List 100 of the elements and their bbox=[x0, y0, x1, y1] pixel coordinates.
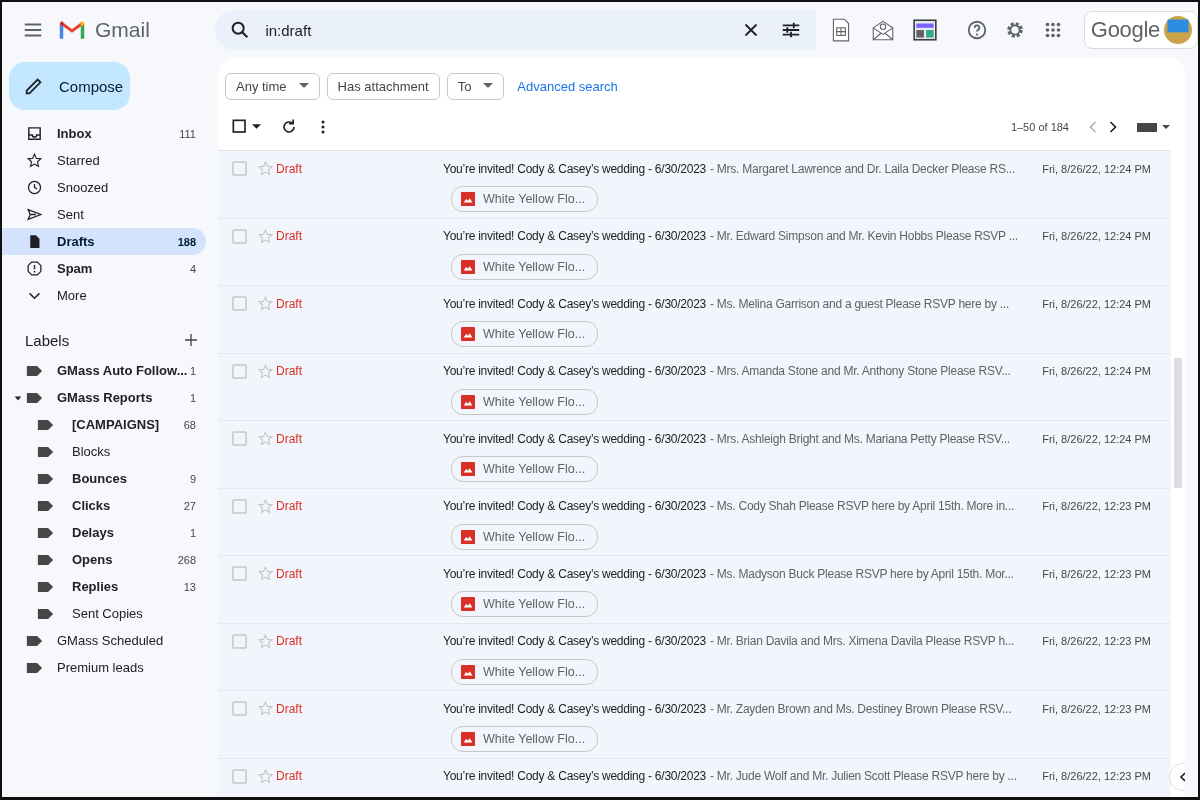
email-row[interactable]: Draft You’re invited! Cody & Casey’s wedding - 6/30/2023 - Mr. Zayden Brown and Ms. Destiney Brown Please RSV... Fri, 8/26/22, 12:23 PM White Yellow Flo... bbox=[218, 691, 1171, 759]
attachment-chip[interactable]: White Yellow Flo... bbox=[451, 253, 599, 280]
email-row[interactable]: Draft You’re invited! Cody & Casey’s wedding - 6/30/2023 - Mrs. Ashleigh Bright and Ms. Mariana Petty Please RSV... Fri, 8/26/22, 12:24 PM White Yellow Flo... bbox=[218, 421, 1171, 489]
scrollbar-thumb[interactable] bbox=[1174, 358, 1182, 488]
advanced-search-link[interactable]: Advanced search bbox=[517, 78, 618, 94]
attachment-chip[interactable]: White Yellow Flo... bbox=[451, 591, 599, 617]
layout-icon[interactable] bbox=[911, 17, 938, 43]
label-tag-icon bbox=[37, 526, 54, 539]
nav-item[interactable]: Snoozed bbox=[2, 174, 206, 201]
email-snippet: - Mr. Edward Simpson and Mr. Kevin Hobbs Please RSVP ... bbox=[710, 229, 1019, 243]
add-icon[interactable] bbox=[182, 331, 200, 349]
star-icon[interactable] bbox=[257, 632, 274, 650]
label-tag-icon bbox=[37, 553, 54, 566]
email-row[interactable]: Draft You’re invited! Cody & Casey’s wedding - 6/30/2023 - Ms. Cody Shah Please RSVP here by April 15th. More in... Fri, 8/26/22, 12:23 PM White Yellow Flo... bbox=[218, 488, 1171, 556]
attachment-chip[interactable]: White Yellow Flo... bbox=[451, 658, 599, 685]
label-item[interactable]: Bounces 9 bbox=[2, 465, 206, 492]
label-item[interactable]: Blocks bbox=[2, 438, 206, 465]
row-checkbox[interactable] bbox=[232, 768, 247, 784]
image-icon bbox=[461, 597, 475, 611]
label-tag-icon bbox=[26, 661, 43, 674]
email-row[interactable]: Draft You’re invited! Cody & Casey’s wedding - 6/30/2023 - Mr. Edward Simpson and Mr. Kevin Hobbs Please RSVP ... Fri, 8/26/22, 12:24 PM White Yellow Flo... bbox=[218, 218, 1171, 286]
help-icon[interactable] bbox=[965, 19, 988, 41]
nav-item[interactable]: More bbox=[2, 282, 206, 309]
attachment-chip[interactable]: White Yellow Flo... bbox=[451, 321, 599, 347]
app-name: Gmail bbox=[95, 18, 150, 42]
star-icon[interactable] bbox=[257, 227, 274, 245]
attachment-chip[interactable]: White Yellow Flo... bbox=[451, 523, 599, 550]
account-button[interactable]: Google bbox=[1083, 11, 1198, 49]
sender-name: Draft bbox=[275, 364, 303, 378]
row-checkbox[interactable] bbox=[232, 296, 247, 311]
email-row[interactable]: Draft You’re invited! Cody & Casey’s wedding - 6/30/2023 - Mr. Brian Davila and Mrs. Ximena Davila Please RSVP h... Fri, 8/26/22, 12:23 PM White Yellow Flo... bbox=[218, 623, 1171, 691]
search-field[interactable]: in:draft bbox=[215, 10, 816, 50]
star-icon[interactable] bbox=[257, 295, 274, 312]
nav-item[interactable]: Starred bbox=[2, 147, 206, 174]
email-subject: You’re invited! Cody & Casey’s wedding - 6/30/2023 bbox=[443, 769, 706, 783]
attachment-chip[interactable]: White Yellow Flo... bbox=[451, 726, 599, 752]
caret-icon[interactable] bbox=[252, 124, 261, 130]
label-tag-icon bbox=[26, 391, 43, 404]
star-icon[interactable] bbox=[257, 700, 274, 717]
filter-chip[interactable]: To bbox=[446, 72, 505, 100]
row-checkbox[interactable] bbox=[232, 633, 247, 649]
row-checkbox[interactable] bbox=[232, 431, 247, 446]
email-subject: You’re invited! Cody & Casey’s wedding - 6/30/2023 bbox=[443, 161, 706, 176]
label-item[interactable]: Delays 1 bbox=[2, 519, 206, 546]
label-item[interactable]: Premium leads bbox=[2, 654, 206, 681]
nav-item[interactable]: Sent bbox=[2, 201, 206, 228]
pencil-icon bbox=[23, 75, 45, 97]
attachment-chip[interactable]: White Yellow Flo... bbox=[451, 456, 599, 482]
image-icon bbox=[461, 664, 475, 679]
email-subject: You’re invited! Cody & Casey’s wedding - 6/30/2023 bbox=[443, 431, 706, 446]
label-item[interactable]: Clicks 27 bbox=[2, 492, 206, 519]
star-icon[interactable] bbox=[257, 430, 274, 447]
label-tag-icon bbox=[37, 607, 54, 620]
sender-name: Draft bbox=[275, 634, 303, 648]
dropdown-icon bbox=[298, 83, 309, 89]
email-date: Fri, 8/26/22, 12:24 PM bbox=[1042, 297, 1151, 310]
row-checkbox[interactable] bbox=[232, 228, 247, 244]
email-subject: You’re invited! Cody & Casey’s wedding - 6/30/2023 bbox=[443, 566, 706, 581]
row-checkbox[interactable] bbox=[232, 161, 247, 176]
attachment-chip[interactable]: White Yellow Flo... bbox=[451, 388, 599, 415]
mail-logo-icon[interactable] bbox=[58, 19, 86, 41]
row-checkbox[interactable] bbox=[232, 701, 247, 716]
label-item[interactable]: GMass Scheduled bbox=[2, 627, 206, 654]
email-snippet: - Mr. Zayden Brown and Ms. Destiney Brown Please RSV... bbox=[710, 701, 1013, 716]
email-snippet: - Ms. Madyson Buck Please RSVP here by April 15th. Mor... bbox=[710, 566, 1015, 581]
star-icon[interactable] bbox=[257, 767, 274, 785]
label-item[interactable]: [CAMPAIGNS] 68 bbox=[2, 411, 206, 438]
label-item[interactable]: Replies 13 bbox=[2, 573, 206, 600]
label-item[interactable]: GMass Auto Follow... 1 bbox=[2, 357, 206, 384]
email-subject: You’re invited! Cody & Casey’s wedding - 6/30/2023 bbox=[443, 634, 706, 648]
email-row[interactable]: Draft You’re invited! Cody & Casey’s wedding - 6/30/2023 - Ms. Madyson Buck Please RSVP here by April 15th. Mor... Fri, 8/26/22, 12:23 PM White Yellow Flo... bbox=[218, 556, 1171, 624]
email-date: Fri, 8/26/22, 12:24 PM bbox=[1042, 365, 1151, 377]
email-row[interactable]: Draft You’re invited! Cody & Casey’s wedding - 6/30/2023 - Ms. Melina Garrison and a guest Please RSVP here by ... Fri, 8/26/22, 12:24 PM White Yellow Flo... bbox=[218, 286, 1171, 354]
filter-chip[interactable]: Has attachment bbox=[326, 72, 440, 100]
attachment-chip[interactable]: White Yellow Flo... bbox=[451, 186, 599, 212]
filter-chip[interactable]: Any time bbox=[225, 72, 320, 100]
nav-item[interactable]: Inbox 111 bbox=[2, 120, 206, 147]
label-item[interactable]: Opens 268 bbox=[2, 546, 206, 573]
star-icon[interactable] bbox=[257, 362, 274, 380]
email-row[interactable]: Draft You’re invited! Cody & Casey’s wedding - 6/30/2023 - Mr. Jude Wolf and Mr. Julien Scott Please RSVP here by ... Fri, 8/26/22, 12:23 PM bbox=[218, 758, 1171, 797]
image-icon bbox=[461, 192, 475, 206]
sender-name: Draft bbox=[275, 229, 303, 243]
star-icon[interactable] bbox=[257, 160, 274, 177]
email-row[interactable]: Draft You’re invited! Cody & Casey’s wedding - 6/30/2023 - Mrs. Amanda Stone and Mr. Anthony Stone Please RSV... Fri, 8/26/22, 12:24 PM White Yellow Flo... bbox=[218, 353, 1171, 421]
label-item[interactable]: GMass Reports 1 bbox=[2, 384, 206, 411]
image-icon bbox=[461, 732, 475, 746]
email-row[interactable]: Draft You’re invited! Cody & Casey’s wedding - 6/30/2023 - Mrs. Margaret Lawrence and Dr. Laila Decker Please RS... Fri, 8/26/22, 12:24 PM White Yellow Flo... bbox=[218, 151, 1171, 219]
star-icon[interactable] bbox=[257, 565, 274, 582]
sender-name: Draft bbox=[275, 566, 303, 581]
compose-button[interactable]: Compose bbox=[9, 62, 130, 110]
row-checkbox[interactable] bbox=[232, 566, 247, 581]
label-item[interactable]: Sent Copies bbox=[2, 600, 206, 627]
keyboard-icon[interactable] bbox=[1137, 121, 1171, 133]
row-checkbox[interactable] bbox=[232, 363, 247, 379]
image-icon bbox=[461, 462, 475, 476]
caret-icon[interactable] bbox=[14, 394, 22, 402]
row-checkbox[interactable] bbox=[232, 498, 247, 514]
nav-item[interactable]: Spam 4 bbox=[2, 255, 206, 282]
star-icon[interactable] bbox=[257, 497, 274, 515]
nav-item[interactable]: Drafts 188 bbox=[2, 228, 206, 255]
